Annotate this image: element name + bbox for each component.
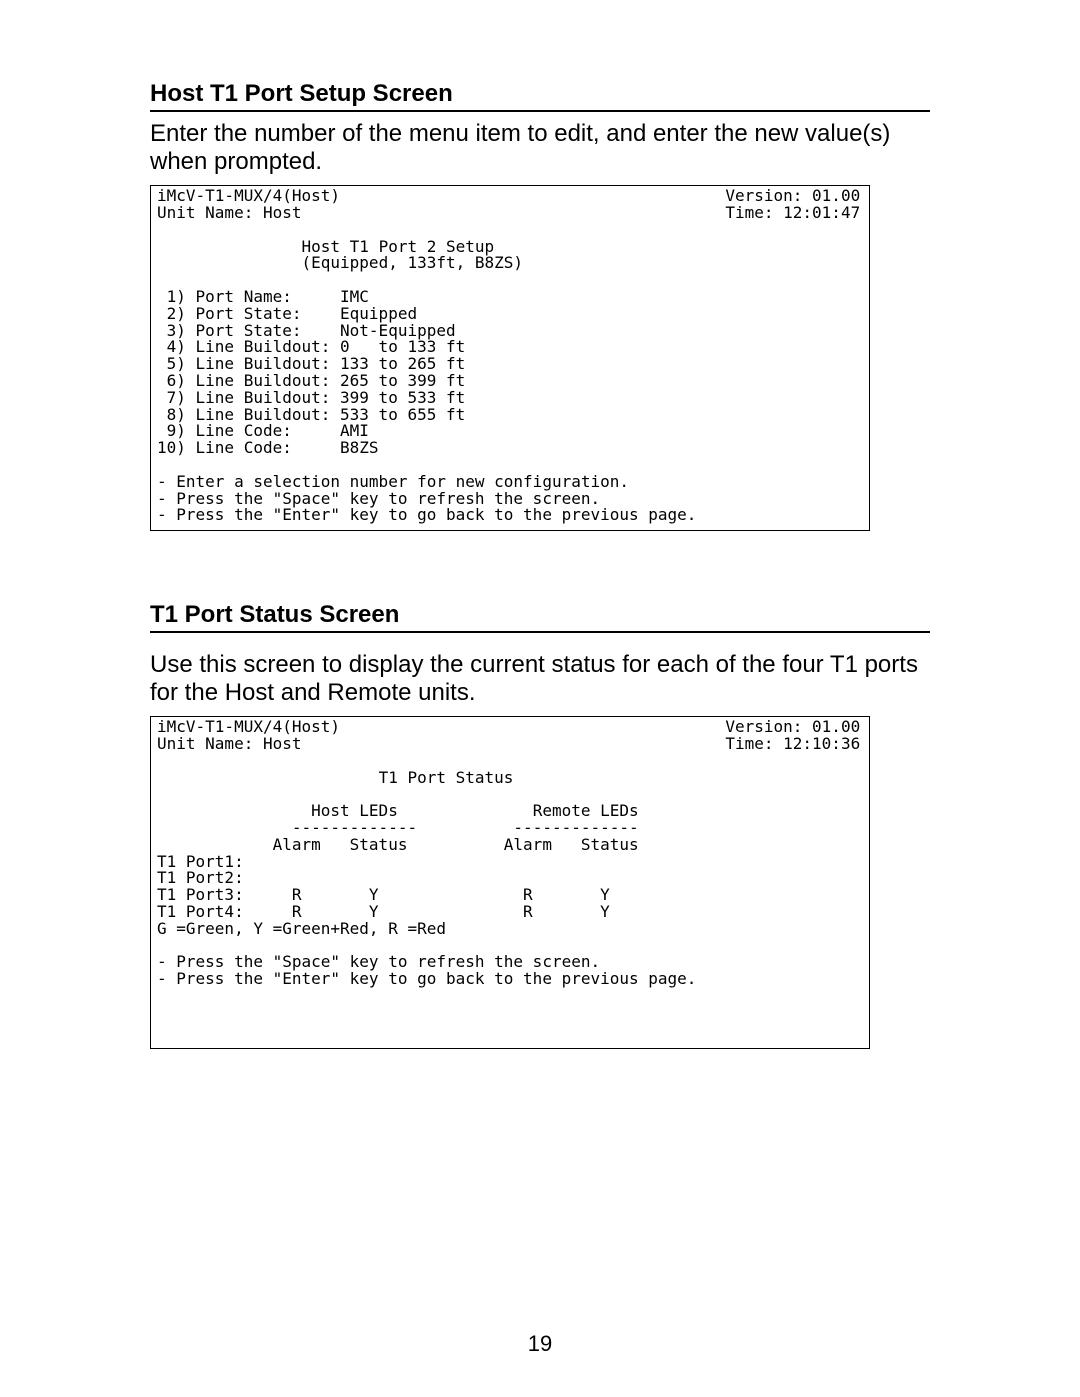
page-number: 19 xyxy=(0,1331,1080,1357)
t2-legend: G =Green, Y =Green+Red, R =Red xyxy=(157,919,446,938)
t1-item-10: 10) Line Code: B8ZS xyxy=(157,438,379,457)
t1-header-right-2: Time: 12:01:47 xyxy=(725,203,860,222)
t2-header-right-2: Time: 12:10:36 xyxy=(725,734,860,753)
page: Host T1 Port Setup Screen Enter the numb… xyxy=(0,0,1080,1397)
host-t1-port-setup-terminal: iMcV-T1-MUX/4(Host) Version: 01.00 Unit … xyxy=(150,185,870,531)
section2: T1 Port Status Screen xyxy=(150,601,930,633)
section2-heading: T1 Port Status Screen xyxy=(150,601,930,629)
t1-foot-3: - Press the "Enter" key to go back to th… xyxy=(157,505,696,524)
t2-foot-2: - Press the "Enter" key to go back to th… xyxy=(157,969,696,988)
section1-intro: Enter the number of the menu item to edi… xyxy=(150,120,930,175)
t2-title: T1 Port Status xyxy=(379,768,514,787)
section1: Host T1 Port Setup Screen xyxy=(150,80,930,112)
t2-header-left-2: Unit Name: Host xyxy=(157,734,302,753)
t1-port-status-terminal: iMcV-T1-MUX/4(Host) Version: 01.00 Unit … xyxy=(150,716,870,1049)
section2-intro: Use this screen to display the current s… xyxy=(150,651,930,706)
t1-title-2: (Equipped, 133ft, B8ZS) xyxy=(302,253,524,272)
t1-header-left-2: Unit Name: Host xyxy=(157,203,302,222)
section1-heading: Host T1 Port Setup Screen xyxy=(150,80,930,108)
